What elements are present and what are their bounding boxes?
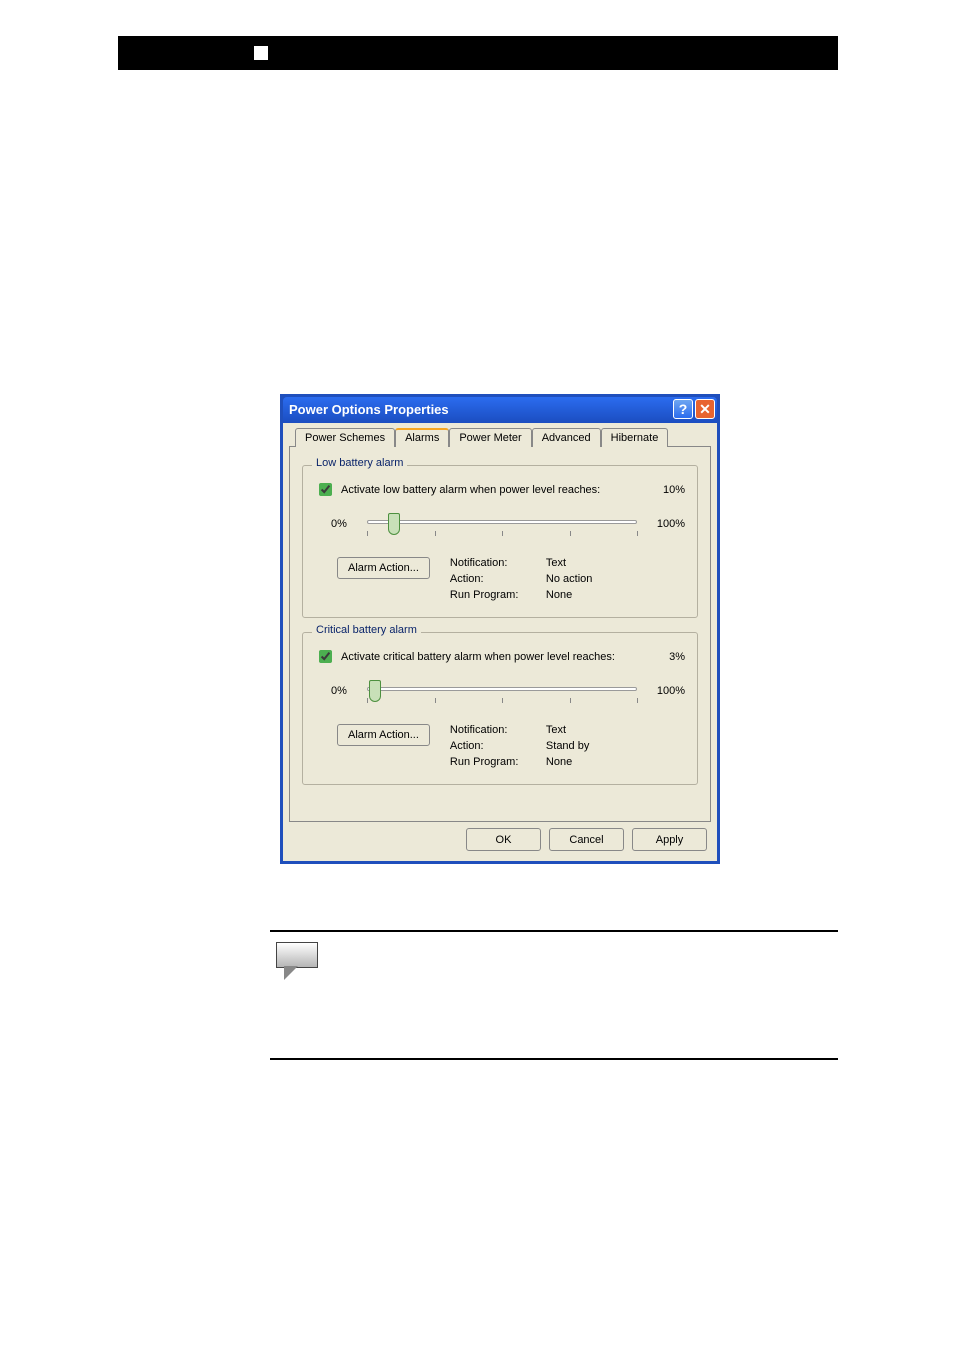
critical-battery-checkbox[interactable] — [319, 650, 332, 663]
tab-strip: Power Schemes Alarms Power Meter Advance… — [295, 428, 711, 447]
low-run-label: Run Program: — [450, 589, 540, 601]
low-battery-checkbox-label: Activate low battery alarm when power le… — [341, 484, 600, 496]
low-alarm-action-button[interactable]: Alarm Action... — [337, 557, 430, 579]
critical-notification-value: Text — [546, 724, 646, 736]
low-battery-checkbox-row[interactable]: Activate low battery alarm when power le… — [315, 480, 600, 499]
cancel-button[interactable]: Cancel — [549, 828, 624, 851]
tab-power-meter[interactable]: Power Meter — [449, 428, 531, 447]
critical-alarm-details: Notification: Text Action: Stand by Run … — [450, 724, 646, 768]
speech-bubble-icon — [276, 942, 318, 976]
low-action-value: No action — [546, 573, 646, 585]
help-button[interactable]: ? — [673, 399, 693, 419]
tab-power-schemes[interactable]: Power Schemes — [295, 428, 395, 447]
low-slider-max-label: 100% — [647, 518, 685, 530]
ok-button[interactable]: OK — [466, 828, 541, 851]
low-battery-slider[interactable] — [367, 513, 637, 535]
critical-run-label: Run Program: — [450, 756, 540, 768]
tab-content: Low battery alarm Activate low battery a… — [289, 446, 711, 822]
critical-battery-group: Critical battery alarm Activate critical… — [302, 632, 698, 785]
tab-advanced[interactable]: Advanced — [532, 428, 601, 447]
page-header-bar — [118, 36, 838, 70]
low-battery-value: 10% — [663, 484, 685, 496]
critical-battery-checkbox-label: Activate critical battery alarm when pow… — [341, 651, 615, 663]
dialog-title: Power Options Properties — [289, 402, 449, 417]
low-battery-group: Low battery alarm Activate low battery a… — [302, 465, 698, 618]
critical-action-label: Action: — [450, 740, 540, 752]
low-battery-checkbox[interactable] — [319, 483, 332, 496]
low-notification-label: Notification: — [450, 557, 540, 569]
critical-battery-checkbox-row[interactable]: Activate critical battery alarm when pow… — [315, 647, 615, 666]
critical-alarm-action-button[interactable]: Alarm Action... — [337, 724, 430, 746]
low-slider-min-label: 0% — [331, 518, 357, 530]
critical-battery-group-title: Critical battery alarm — [312, 624, 421, 636]
power-options-dialog: Power Options Properties ? ✕ Power Schem… — [280, 394, 720, 864]
critical-slider-min-label: 0% — [331, 685, 357, 697]
header-square-icon — [254, 46, 268, 60]
low-alarm-details: Notification: Text Action: No action Run… — [450, 557, 646, 601]
tab-alarms[interactable]: Alarms — [395, 428, 449, 447]
critical-run-value: None — [546, 756, 646, 768]
low-notification-value: Text — [546, 557, 646, 569]
titlebar[interactable]: Power Options Properties ? ✕ — [283, 397, 717, 423]
note-block — [270, 930, 838, 1060]
close-button[interactable]: ✕ — [695, 399, 715, 419]
low-action-label: Action: — [450, 573, 540, 585]
help-icon: ? — [679, 396, 688, 422]
critical-battery-value: 3% — [669, 651, 685, 663]
critical-slider-max-label: 100% — [647, 685, 685, 697]
low-battery-group-title: Low battery alarm — [312, 457, 407, 469]
tab-hibernate[interactable]: Hibernate — [601, 428, 669, 447]
close-icon: ✕ — [699, 396, 711, 422]
critical-action-value: Stand by — [546, 740, 646, 752]
apply-button[interactable]: Apply — [632, 828, 707, 851]
low-run-value: None — [546, 589, 646, 601]
critical-battery-slider[interactable] — [367, 680, 637, 702]
critical-notification-label: Notification: — [450, 724, 540, 736]
dialog-button-row: OK Cancel Apply — [289, 828, 711, 851]
